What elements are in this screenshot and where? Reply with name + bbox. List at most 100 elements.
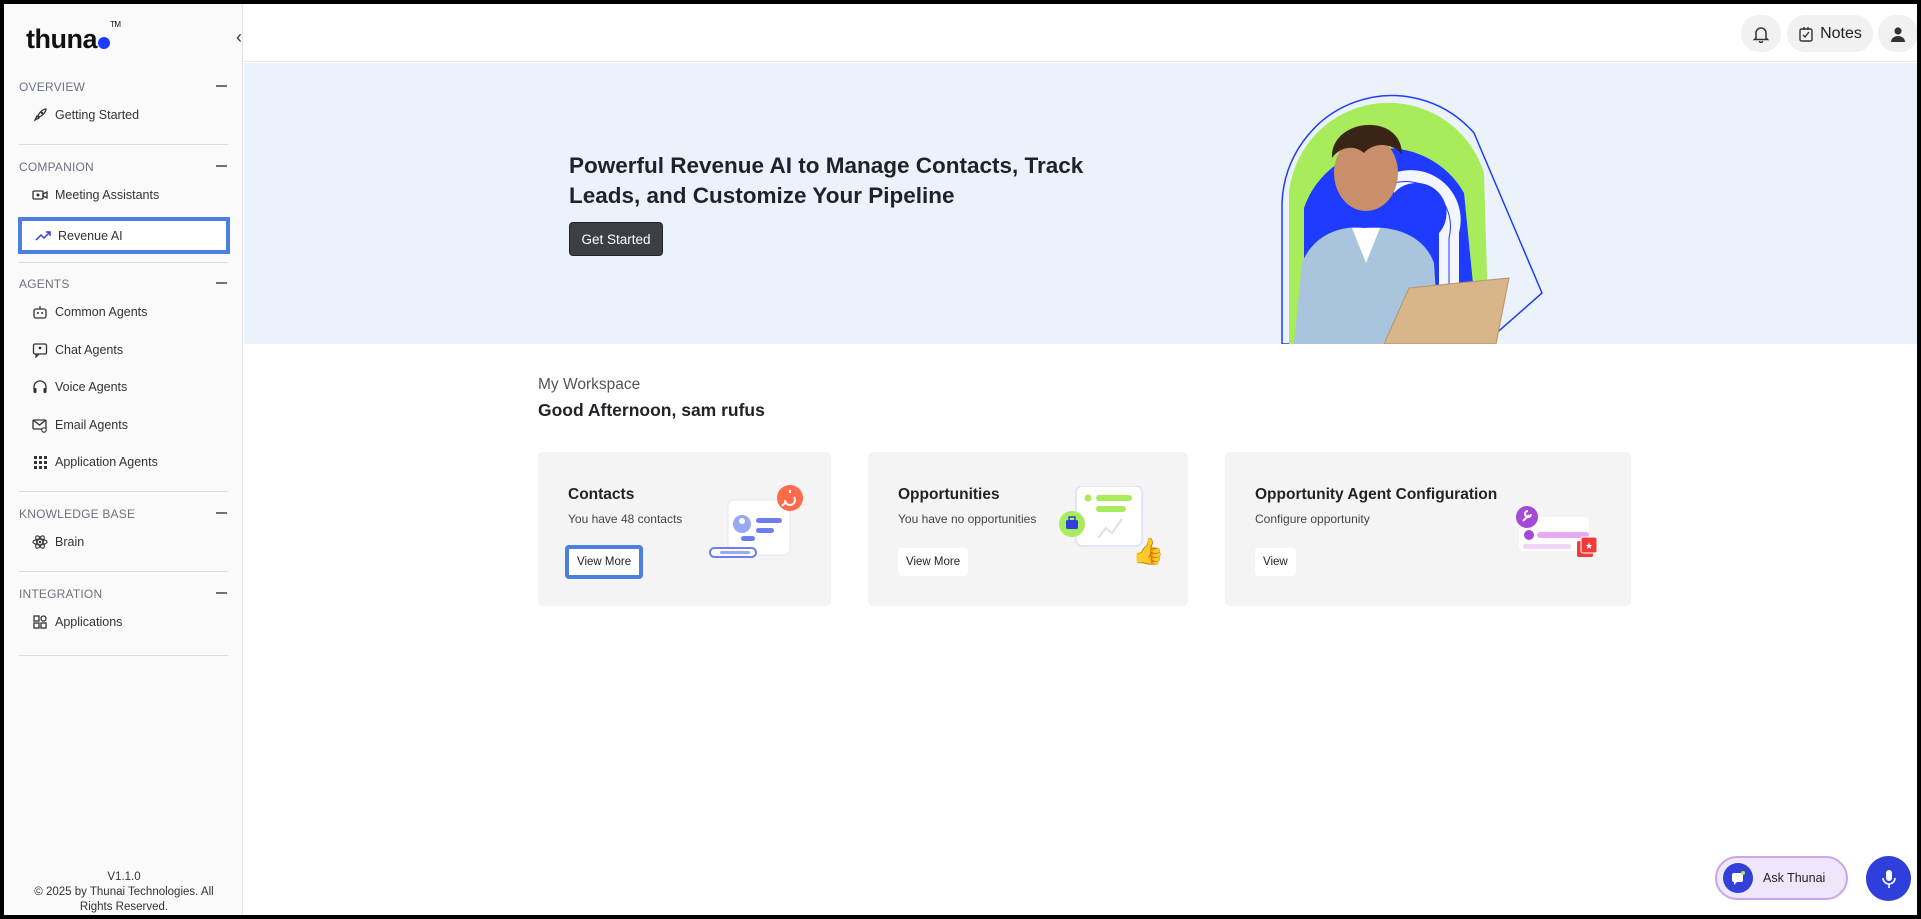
sidebar-item-common-agents[interactable]: Common Agents [19, 296, 227, 328]
ask-thunai-button[interactable]: Ask Thunai [1715, 856, 1848, 900]
sidebar-item-chat-agents[interactable]: Chat Agents [19, 334, 227, 366]
sidebar-item-label: Common Agents [55, 305, 148, 319]
notes-icon [1799, 26, 1813, 42]
app-window: thuna TM ‹ OVERVIEW Getting Started COMP… [4, 4, 1917, 915]
ask-thunai-label: Ask Thunai [1763, 871, 1826, 885]
workspace-subtitle: My Workspace [538, 376, 641, 393]
rocket-icon [32, 107, 48, 123]
atom-icon [32, 534, 48, 550]
robot-icon [32, 304, 48, 320]
sidebar: thuna TM ‹ OVERVIEW Getting Started COMP… [4, 4, 243, 915]
trending-up-icon [35, 228, 51, 244]
greeting: Good Afternoon, sam rufus [538, 400, 765, 420]
section-header-integration[interactable]: INTEGRATION [19, 587, 229, 603]
sidebar-item-voice-agents[interactable]: Voice Agents [19, 371, 227, 403]
sidebar-item-label: Meeting Assistants [55, 188, 160, 202]
view-more-button[interactable]: View More [565, 545, 644, 579]
section-title: KNOWLEDGE BASE [19, 507, 136, 521]
divider [19, 491, 228, 492]
section-agents: AGENTS [19, 277, 229, 293]
logo-dot [98, 37, 110, 49]
svg-text:★: ★ [1585, 542, 1593, 552]
hero-illustration [1234, 63, 1574, 344]
contacts-card[interactable]: Contacts You have 48 contacts View More [538, 452, 831, 606]
headset-icon [32, 379, 48, 395]
divider [19, 144, 228, 145]
card-description: You have no opportunities [898, 512, 1037, 526]
sidebar-item-label: Voice Agents [55, 380, 128, 394]
divider [19, 655, 228, 656]
video-camera-icon [32, 187, 48, 203]
collapse-section-icon[interactable] [216, 512, 227, 514]
opportunities-card[interactable]: Opportunities You have no opportunities … [868, 452, 1188, 606]
sidebar-item-applications[interactable]: Applications [19, 606, 227, 638]
collapse-section-icon[interactable] [216, 85, 227, 87]
section-title: OVERVIEW [19, 80, 86, 94]
notes-label: Notes [1820, 24, 1862, 42]
microphone-icon [1881, 869, 1896, 888]
apps-icon [32, 614, 48, 630]
logo-row: thuna TM ‹ [26, 20, 242, 55]
section-overview: OVERVIEW [19, 80, 229, 96]
logo-text: thuna [26, 24, 98, 54]
section-header-agents[interactable]: AGENTS [19, 277, 229, 293]
hero-banner: Powerful Revenue AI to Manage Contacts, … [244, 63, 1917, 344]
collapse-section-icon[interactable] [216, 165, 227, 167]
top-bar: Notes [244, 4, 1917, 62]
section-title: AGENTS [19, 277, 70, 291]
view-more-button[interactable]: View More [898, 548, 969, 576]
chat-bubble-icon [1723, 863, 1753, 893]
sidebar-item-label: Applications [55, 615, 123, 629]
collapse-section-icon[interactable] [216, 282, 227, 284]
bell-icon [1752, 26, 1770, 43]
sidebar-item-revenue-ai[interactable]: Revenue AI [18, 217, 230, 254]
user-icon [1891, 26, 1905, 42]
version-text: V1.1.0 [107, 871, 141, 883]
section-knowledge-base: KNOWLEDGE BASE [19, 507, 229, 523]
card-description: You have 48 contacts [568, 512, 683, 526]
section-header-companion[interactable]: COMPANION [19, 160, 229, 176]
collapse-section-icon[interactable] [216, 592, 227, 594]
brand-logo[interactable]: thuna TM [26, 20, 121, 55]
sidebar-footer: V1.1.0 © 2025 by Thunai Technologies. Al… [19, 870, 229, 915]
copyright-text: © 2025 by Thunai Technologies. All Right… [34, 886, 214, 913]
sidebar-item-getting-started[interactable]: Getting Started [19, 99, 227, 131]
notifications-button[interactable] [1741, 15, 1781, 52]
card-title: Opportunities [898, 486, 1000, 503]
sidebar-item-meeting-assistants[interactable]: Meeting Assistants [19, 179, 227, 211]
sidebar-item-label: Revenue AI [58, 228, 123, 243]
notes-button[interactable]: Notes [1787, 15, 1873, 52]
chat-icon [32, 342, 48, 358]
card-description: Configure opportunity [1255, 512, 1370, 526]
user-menu-button[interactable] [1878, 15, 1917, 52]
voice-input-button[interactable] [1866, 856, 1911, 901]
opportunities-illustration: 👍 [1058, 485, 1168, 571]
hero-title: Powerful Revenue AI to Manage Contacts, … [569, 153, 1084, 208]
section-integration: INTEGRATION [19, 587, 229, 603]
section-header-knowledge-base[interactable]: KNOWLEDGE BASE [19, 507, 229, 523]
contacts-illustration [706, 482, 806, 577]
sidebar-item-email-agents[interactable]: Email Agents [19, 409, 227, 441]
section-title: INTEGRATION [19, 587, 103, 601]
card-title: Opportunity Agent Configuration [1255, 486, 1498, 503]
configuration-illustration: ★ [1515, 497, 1605, 572]
section-title: COMPANION [19, 160, 94, 174]
sidebar-item-label: Brain [55, 535, 85, 549]
sidebar-item-brain[interactable]: Brain [19, 526, 227, 558]
divider [19, 262, 228, 263]
view-button[interactable]: View [1255, 548, 1296, 576]
svg-text:👍: 👍 [1132, 536, 1164, 566]
grid-icon [32, 454, 48, 470]
section-header-overview[interactable]: OVERVIEW [19, 80, 229, 96]
section-companion: COMPANION [19, 160, 229, 176]
sidebar-item-label: Email Agents [55, 418, 128, 432]
trademark: TM [110, 20, 121, 29]
sidebar-item-label: Chat Agents [55, 343, 124, 357]
sidebar-item-label: Getting Started [55, 108, 140, 122]
get-started-button[interactable]: Get Started [569, 222, 663, 256]
card-title: Contacts [568, 486, 635, 503]
sidebar-item-label: Application Agents [55, 455, 158, 469]
opportunity-agent-config-card[interactable]: Opportunity Agent Configuration Configur… [1225, 452, 1631, 606]
sidebar-item-application-agents[interactable]: Application Agents [19, 446, 227, 478]
divider [19, 571, 228, 572]
